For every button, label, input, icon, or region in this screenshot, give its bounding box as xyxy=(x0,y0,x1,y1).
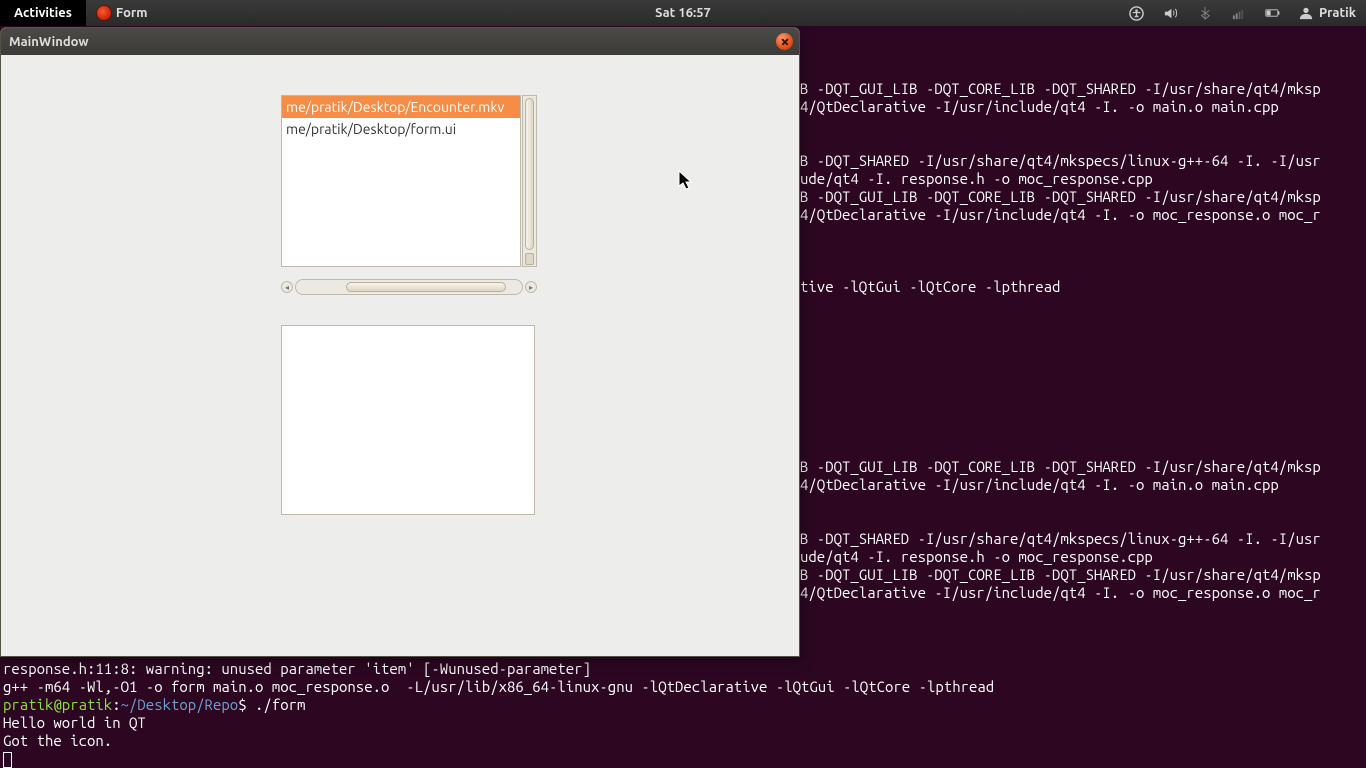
scrollbar-track[interactable] xyxy=(295,279,523,295)
terminal-line: B -DQT_SHARED -I/usr/share/qt4/mkspecs/l… xyxy=(800,530,1321,548)
volume-icon[interactable] xyxy=(1163,5,1179,21)
terminal-line xyxy=(800,440,1321,458)
list-item[interactable]: me/pratik/Desktop/form.ui xyxy=(282,118,520,140)
terminal-line: tive -lQtGui -lQtCore -lpthread xyxy=(800,278,1321,296)
system-tray: Pratik xyxy=(1129,5,1366,21)
clock[interactable]: Sat 16:57 xyxy=(655,6,711,20)
user-menu[interactable]: Pratik xyxy=(1299,6,1356,20)
terminal-line: ude/qt4 -I. response.h -o moc_response.c… xyxy=(800,170,1321,188)
terminal-line: B -DQT_GUI_LIB -DQT_CORE_LIB -DQT_SHARED… xyxy=(800,80,1321,98)
terminal-line: 4/QtDeclarative -I/usr/include/qt4 -I. -… xyxy=(800,476,1321,494)
file-list-container: me/pratik/Desktop/Encounter.mkv me/prati… xyxy=(281,95,537,295)
app-name: Form xyxy=(116,6,148,20)
accessibility-icon[interactable] xyxy=(1129,5,1145,21)
terminal-line: 4/QtDeclarative -I/usr/include/qt4 -I. -… xyxy=(800,206,1321,224)
app-icon xyxy=(96,5,112,21)
terminal-line xyxy=(800,368,1321,386)
main-window: MainWindow me/pratik/Desktop/Encounter.m… xyxy=(0,27,800,657)
network-icon[interactable] xyxy=(1231,5,1247,21)
terminal-line xyxy=(800,386,1321,404)
window-title: MainWindow xyxy=(9,35,89,49)
terminal-line xyxy=(800,332,1321,350)
gnome-top-panel: Activities Form Sat 16:57 Pratik xyxy=(0,0,1366,26)
terminal-line xyxy=(800,260,1321,278)
activities-button[interactable]: Activities xyxy=(0,0,86,26)
terminal-line xyxy=(800,224,1321,242)
terminal-line xyxy=(800,134,1321,152)
terminal-line xyxy=(800,512,1321,530)
preview-panel xyxy=(281,325,535,515)
terminal-line: ude/qt4 -I. response.h -o moc_response.c… xyxy=(800,548,1321,566)
scrollbar-thumb[interactable] xyxy=(525,98,534,250)
terminal-line xyxy=(800,314,1321,332)
terminal-line: 4/QtDeclarative -I/usr/include/qt4 -I. -… xyxy=(800,98,1321,116)
terminal-line: pratik@pratik:~/Desktop/Repo$ ./form xyxy=(3,696,1366,714)
scroll-left-button[interactable]: ◂ xyxy=(281,281,293,293)
battery-icon[interactable] xyxy=(1265,5,1281,21)
terminal-line: B -DQT_GUI_LIB -DQT_CORE_LIB -DQT_SHARED… xyxy=(800,458,1321,476)
terminal-line: B -DQT_GUI_LIB -DQT_CORE_LIB -DQT_SHARED… xyxy=(800,188,1321,206)
terminal-line xyxy=(800,404,1321,422)
user-name: Pratik xyxy=(1319,6,1356,20)
file-list[interactable]: me/pratik/Desktop/Encounter.mkv me/prati… xyxy=(281,95,521,267)
close-button[interactable] xyxy=(776,33,793,50)
terminal-cursor xyxy=(3,750,1366,768)
scrollbar-thumb[interactable] xyxy=(346,282,506,292)
terminal-line: Got the icon. xyxy=(3,732,1366,750)
terminal-line xyxy=(800,296,1321,314)
terminal-line xyxy=(800,242,1321,260)
list-item[interactable]: me/pratik/Desktop/Encounter.mkv xyxy=(282,96,520,118)
terminal-line xyxy=(800,350,1321,368)
terminal-line: B -DQT_SHARED -I/usr/share/qt4/mkspecs/l… xyxy=(800,152,1321,170)
horizontal-scrollbar[interactable]: ◂ ▸ xyxy=(281,279,537,295)
scroll-right-button[interactable]: ▸ xyxy=(525,281,537,293)
terminal-line xyxy=(800,62,1321,80)
terminal-line xyxy=(800,26,1321,44)
bluetooth-icon[interactable] xyxy=(1197,5,1213,21)
terminal-line: 4/QtDeclarative -I/usr/include/qt4 -I. -… xyxy=(800,584,1321,602)
terminal-line xyxy=(800,116,1321,134)
terminal-line xyxy=(800,44,1321,62)
scroll-down-button[interactable] xyxy=(525,253,534,265)
terminal-line: Hello world in QT xyxy=(3,714,1366,732)
window-body: me/pratik/Desktop/Encounter.mkv me/prati… xyxy=(1,55,799,656)
vertical-scrollbar[interactable] xyxy=(522,95,537,267)
terminal-line xyxy=(800,422,1321,440)
terminal-line xyxy=(800,494,1321,512)
running-app-indicator[interactable]: Form xyxy=(86,0,158,26)
terminal-line: B -DQT_GUI_LIB -DQT_CORE_LIB -DQT_SHARED… xyxy=(800,566,1321,584)
terminal-line: response.h:11:8: warning: unused paramet… xyxy=(3,660,1366,678)
window-titlebar[interactable]: MainWindow xyxy=(1,28,799,55)
terminal-line: g++ -m64 -Wl,-O1 -o form main.o moc_resp… xyxy=(3,678,1366,696)
